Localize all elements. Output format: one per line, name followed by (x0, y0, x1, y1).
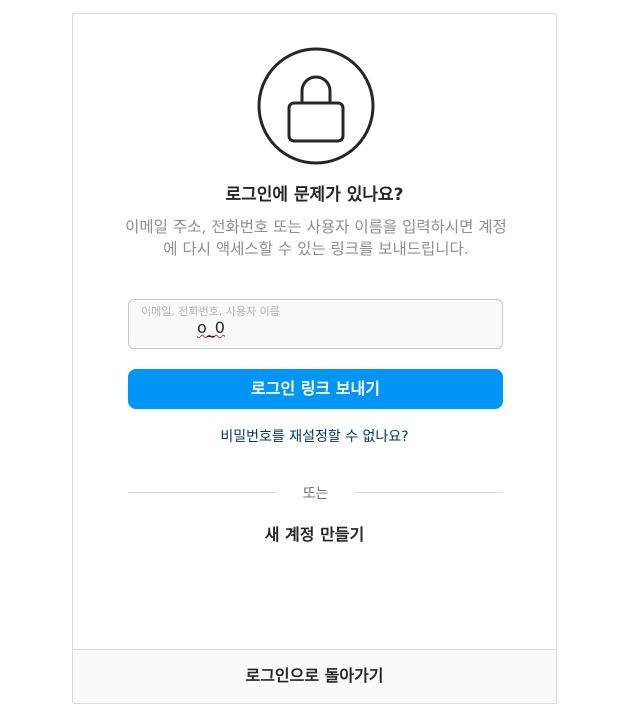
page-title: 로그인에 문제가 있나요? (225, 185, 404, 205)
description: 이메일 주소, 전화번호 또는 사용자 이름을 입력하시면 계정에 다시 액세스… (125, 218, 507, 258)
or-text: 또는 (302, 486, 329, 502)
create-account-link[interactable]: 새 계정 만들기 (73, 521, 556, 545)
or-divider: 또는 (128, 483, 503, 503)
identifier-field-label: 이메일, 전화번호, 사용자 이름 (141, 305, 280, 318)
reset-card: 로그인에 문제가 있나요? 이메일 주소, 전화번호 또는 사용자 이름을 입력… (72, 13, 557, 704)
identifier-field-value[interactable]: o_0 (197, 318, 225, 337)
cant-reset-password-link[interactable]: 비밀번호를 재설정할 수 없나요? (73, 426, 556, 446)
send-login-link-button[interactable]: 로그인 링크 보내기 (128, 369, 503, 409)
divider-line-right (355, 492, 503, 493)
lock-icon (256, 46, 376, 166)
identifier-field-text: o_0 (197, 318, 225, 337)
back-to-login-button[interactable]: 로그인으로 돌아가기 (73, 649, 556, 703)
identifier-field[interactable]: 이메일, 전화번호, 사용자 이름 o_0 (128, 299, 503, 349)
